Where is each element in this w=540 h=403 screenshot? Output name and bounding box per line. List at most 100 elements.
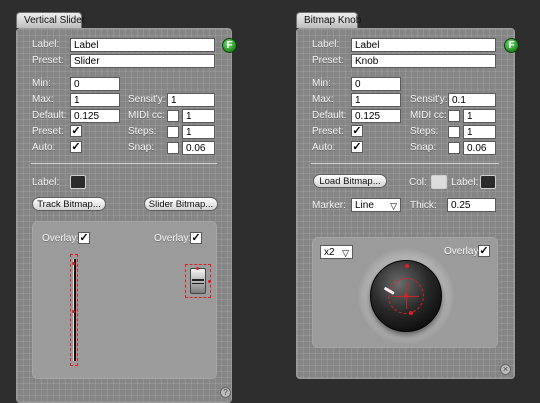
label-caption: Label: xyxy=(312,39,340,50)
min-input[interactable]: 0 xyxy=(70,77,120,91)
snap-caption: Snap: xyxy=(410,142,437,153)
knob-preview-area: x2 ▽ Overlay: ✓ xyxy=(312,237,498,348)
zoom-select[interactable]: x2 ▽ xyxy=(320,245,353,259)
auto-caption: Auto: xyxy=(32,142,56,153)
steps-input[interactable]: 1 xyxy=(463,125,496,139)
preset-input[interactable]: Knob xyxy=(351,54,496,68)
panel-title-tab[interactable]: Bitmap Knob xyxy=(296,12,362,28)
steps-caption: Steps: xyxy=(128,126,157,137)
overlay-checkbox[interactable]: ✓ xyxy=(478,245,490,257)
midi-input[interactable]: 1 xyxy=(182,109,215,123)
snap-checkbox[interactable] xyxy=(448,142,460,154)
f-button[interactable]: F xyxy=(504,38,519,53)
steps-caption: Steps: xyxy=(410,126,439,137)
snap-input[interactable]: 0.06 xyxy=(182,141,215,155)
max-input[interactable]: 1 xyxy=(351,93,401,107)
col-color-swatch[interactable] xyxy=(431,175,447,189)
f-button[interactable]: F xyxy=(222,38,237,53)
preset-checkbox[interactable]: ✓ xyxy=(70,125,82,137)
overlay-caption-2: Overlay: xyxy=(154,233,192,244)
overlay-caption-1: Overlay: xyxy=(42,233,80,244)
snap-caption: Snap: xyxy=(128,142,155,153)
overlay-checkbox-2[interactable]: ✓ xyxy=(190,232,202,244)
slider-bitmap-button[interactable]: Slider Bitmap... xyxy=(144,197,218,211)
zoom-select-value: x2 xyxy=(324,247,335,258)
label-color-swatch[interactable] xyxy=(480,175,496,189)
overlay-checkbox-1[interactable]: ✓ xyxy=(78,232,90,244)
overlay-caption: Overlay: xyxy=(444,246,482,257)
steps-input[interactable]: 1 xyxy=(182,125,215,139)
default-input[interactable]: 0.125 xyxy=(70,109,120,123)
vertical-slider-panel: Vertical Slider F Label: Label Preset: S… xyxy=(16,12,237,403)
slider-preview-area: Overlay: ✓ Overlay: ✓ xyxy=(32,221,217,379)
snap-checkbox[interactable] xyxy=(167,142,179,154)
preset-input[interactable]: Slider xyxy=(70,54,215,68)
panel-title: Bitmap Knob xyxy=(304,15,362,26)
panel-title-tab[interactable]: Vertical Slider xyxy=(16,12,86,28)
section-divider xyxy=(311,163,499,164)
label-input[interactable]: Label xyxy=(70,38,215,52)
marker-caption: Marker: xyxy=(312,200,346,211)
sensitivity-caption: Sensit'y: xyxy=(128,94,166,105)
slider-thumb-line xyxy=(192,279,204,281)
marker-select[interactable]: Line ▽ xyxy=(351,198,401,212)
load-bitmap-button[interactable]: Load Bitmap... xyxy=(313,174,387,188)
preset-caption: Preset: xyxy=(312,55,344,66)
min-caption: Min: xyxy=(32,78,51,89)
midi-checkbox[interactable] xyxy=(167,110,179,122)
preset-checkbox[interactable]: ✓ xyxy=(351,125,363,137)
midi-caption: MIDI cc: xyxy=(410,110,447,121)
slider-track[interactable] xyxy=(70,254,78,366)
knob-marker-center xyxy=(404,294,408,298)
track-bitmap-button[interactable]: Track Bitmap... xyxy=(32,197,106,211)
sensitivity-input[interactable]: 0.1 xyxy=(448,93,496,107)
close-icon[interactable]: × xyxy=(500,364,511,375)
snap-input[interactable]: 0.06 xyxy=(463,141,496,155)
preset-caption: Preset: xyxy=(32,55,64,66)
track-marker-top xyxy=(72,262,75,265)
help-icon[interactable]: ? xyxy=(220,387,231,398)
min-input[interactable]: 0 xyxy=(351,77,401,91)
slider-thumb-line xyxy=(192,283,204,284)
max-caption: Max: xyxy=(32,94,54,105)
slider-thumb[interactable] xyxy=(185,264,211,298)
chevron-down-icon: ▽ xyxy=(342,248,349,258)
bitmap-knob-panel: Bitmap Knob F Label: Label Preset: Knob … xyxy=(296,12,519,379)
bitmap-knob[interactable] xyxy=(370,260,442,332)
auto-checkbox[interactable]: ✓ xyxy=(351,141,363,153)
thumb-marker xyxy=(208,280,211,283)
col-caption: Col: xyxy=(409,177,427,188)
label-color-caption: Label: xyxy=(451,177,479,188)
midi-checkbox[interactable] xyxy=(448,110,460,122)
marker-select-value: Line xyxy=(355,200,374,211)
track-marker-mid xyxy=(72,310,75,313)
label-color-caption: Label: xyxy=(32,177,60,188)
midi-input[interactable]: 1 xyxy=(463,109,496,123)
thick-input[interactable]: 0.25 xyxy=(447,198,496,212)
label-caption: Label: xyxy=(32,39,60,50)
label-color-swatch[interactable] xyxy=(70,175,86,189)
sensitivity-caption: Sensit'y: xyxy=(410,94,448,105)
panel-title: Vertical Slider xyxy=(24,15,86,26)
thick-caption: Thick: xyxy=(410,200,437,211)
knob-marker-bottom xyxy=(409,311,413,315)
preset-check-caption: Preset: xyxy=(32,126,64,137)
auto-caption: Auto: xyxy=(312,142,336,153)
knob-marker-top xyxy=(405,264,409,268)
label-input[interactable]: Label xyxy=(351,38,496,52)
steps-checkbox[interactable] xyxy=(167,126,179,138)
slider-thumb-body xyxy=(190,268,206,294)
panel-body: F Label: Label Preset: Knob Min: 0 Max: … xyxy=(296,28,519,379)
preset-check-caption: Preset: xyxy=(312,126,344,137)
default-caption: Default: xyxy=(32,110,67,121)
max-input[interactable]: 1 xyxy=(70,93,120,107)
default-input[interactable]: 0.125 xyxy=(351,109,401,123)
thumb-marker xyxy=(196,267,199,270)
default-caption: Default: xyxy=(312,110,347,121)
steps-checkbox[interactable] xyxy=(448,126,460,138)
auto-checkbox[interactable]: ✓ xyxy=(70,141,82,153)
sensitivity-input[interactable]: 1 xyxy=(167,93,215,107)
section-divider xyxy=(31,163,217,164)
max-caption: Max: xyxy=(312,94,334,105)
min-caption: Min: xyxy=(312,78,331,89)
